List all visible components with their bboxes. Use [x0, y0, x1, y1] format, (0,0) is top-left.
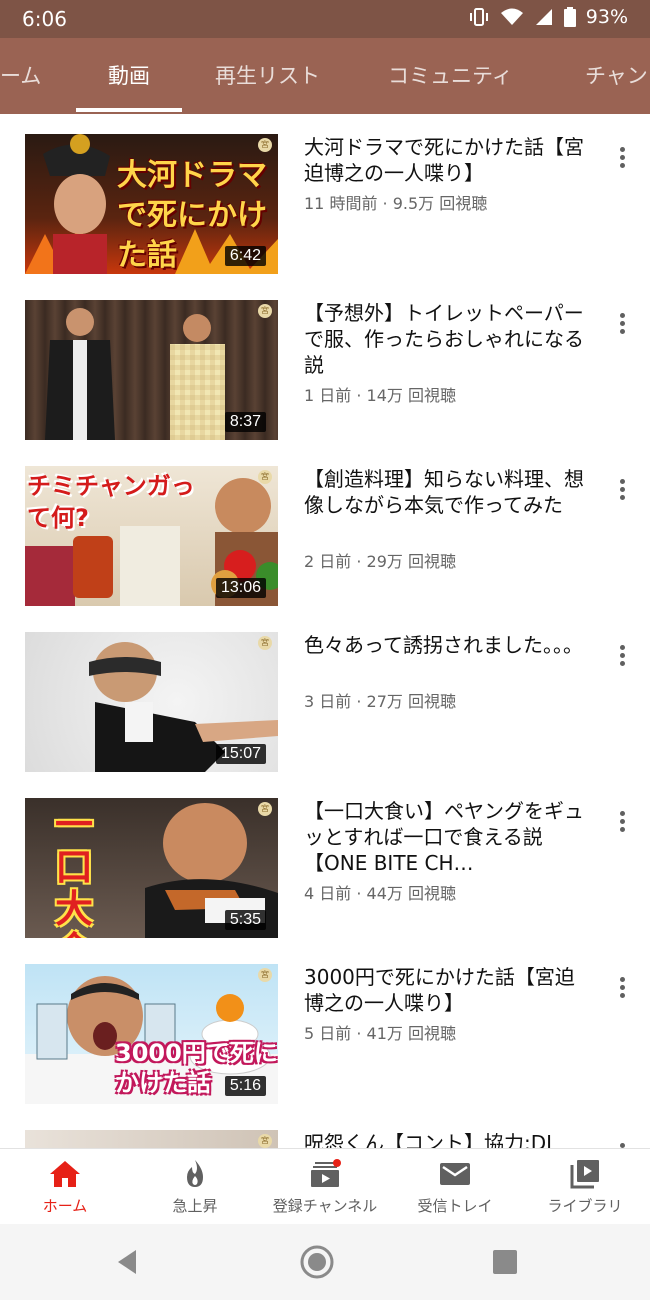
library-icon [570, 1160, 599, 1189]
video-item[interactable]: 3000円で死にかけた話 宮 5:16 3000円で死にかけた話【宮迫博之の一人… [0, 944, 650, 1110]
video-duration: 8:37 [224, 412, 266, 432]
video-thumbnail[interactable]: 一口大食 宮 5:35 [25, 798, 278, 938]
video-duration: 6:42 [224, 246, 266, 266]
video-title[interactable]: 【一口大食い】ペヤングをギュッとすれば一口で食える説【ONE BITE CH… [304, 798, 589, 876]
video-meta: 2 日前 · 29万 回視聴 [304, 552, 456, 571]
video-item[interactable]: チミチャンガって何? 宮 13:06 【創造料理】知らない料理、想像しながら本気… [0, 446, 650, 612]
channel-mark: 宮 [258, 636, 272, 650]
video-thumbnail[interactable]: チミチャンガって何? 宮 13:06 [25, 466, 278, 606]
nav-trending[interactable]: 急上昇 [130, 1149, 260, 1225]
video-item[interactable]: 宮 呪怨くん【コント】協力:DJ [0, 1110, 650, 1148]
signal-icon [535, 9, 552, 25]
more-options-icon[interactable] [612, 144, 632, 174]
video-title[interactable]: 呪怨くん【コント】協力:DJ [304, 1130, 589, 1148]
home-icon [50, 1161, 80, 1187]
back-icon[interactable] [114, 1248, 142, 1276]
video-meta: 4 日前 · 44万 回視聴 [304, 884, 456, 903]
video-meta: 3 日前 · 27万 回視聴 [304, 692, 456, 711]
video-thumbnail[interactable]: 大河ドラマで死にかけた話 宮 6:42 [25, 134, 278, 274]
video-duration: 15:07 [215, 744, 266, 764]
video-item[interactable]: 宮 8:37 【予想外】トイレットペーパーで服、作ったらおしゃれになる説 1 日… [0, 280, 650, 446]
bottom-navigation: ホーム 急上昇 登録チャンネル 受信トレイ ライブラリ [0, 1148, 650, 1224]
channel-mark: 宮 [258, 304, 272, 318]
channel-mark: 宮 [258, 470, 272, 484]
nav-subscriptions-label: 登録チャンネル [272, 1197, 378, 1215]
mail-icon [440, 1163, 470, 1185]
video-title[interactable]: 【予想外】トイレットペーパーで服、作ったらおしゃれになる説 [304, 300, 589, 378]
vibrate-icon [469, 8, 488, 26]
video-thumbnail[interactable]: 3000円で死にかけた話 宮 5:16 [25, 964, 278, 1104]
video-duration: 13:06 [215, 578, 266, 598]
video-meta: 1 日前 · 14万 回視聴 [304, 386, 456, 405]
video-thumbnail[interactable]: 宮 [25, 1130, 278, 1148]
nav-home[interactable]: ホーム [0, 1149, 130, 1225]
channel-mark: 宮 [258, 802, 272, 816]
recents-icon[interactable] [492, 1249, 518, 1275]
video-title[interactable]: 色々あって誘拐されました。。。 [304, 632, 589, 658]
nav-home-label: ホーム [42, 1197, 88, 1215]
video-item[interactable]: 一口大食 宮 5:35 【一口大食い】ペヤングをギュッとすれば一口で食える説【O… [0, 778, 650, 944]
status-bar: 6:06 93% [0, 0, 650, 38]
nav-inbox-label: 受信トレイ [417, 1197, 493, 1215]
system-nav-bar [0, 1224, 650, 1300]
more-options-icon[interactable] [612, 476, 632, 506]
channel-tab-bar: ーム 動画 再生リスト コミュニティ チャン [0, 38, 650, 114]
thumbnail-text: チミチャンガって何? [27, 472, 195, 532]
thumbnail-text: 一口大食 [55, 803, 94, 938]
more-options-icon[interactable] [612, 1140, 632, 1148]
status-time: 6:06 [22, 7, 67, 31]
tab-channels[interactable]: チャン [585, 38, 648, 114]
video-meta: 11 時間前 · 9.5万 回視聴 [304, 194, 488, 213]
battery-icon [563, 7, 576, 27]
tab-community[interactable]: コミュニティ [388, 38, 513, 114]
video-duration: 5:16 [224, 1076, 266, 1096]
video-title[interactable]: 大河ドラマで死にかけた話【宮迫博之の一人喋り】 [304, 134, 589, 186]
more-options-icon[interactable] [612, 642, 632, 672]
more-options-icon[interactable] [612, 310, 632, 340]
tab-playlists[interactable]: 再生リスト [215, 38, 320, 114]
nav-inbox[interactable]: 受信トレイ [390, 1149, 520, 1225]
nav-library-label: ライブラリ [547, 1197, 623, 1215]
video-item[interactable]: 宮 15:07 色々あって誘拐されました。。。 3 日前 · 27万 回視聴 [0, 612, 650, 778]
nav-library[interactable]: ライブラリ [520, 1149, 650, 1225]
more-options-icon[interactable] [612, 974, 632, 1004]
flame-icon [187, 1160, 203, 1187]
active-tab-indicator [76, 108, 182, 112]
channel-mark: 宮 [258, 968, 272, 982]
tab-home[interactable]: ーム [0, 38, 41, 114]
more-options-icon[interactable] [612, 808, 632, 838]
video-thumbnail[interactable]: 宮 8:37 [25, 300, 278, 440]
video-title[interactable]: 3000円で死にかけた話【宮迫博之の一人喋り】 [304, 964, 589, 1016]
video-thumbnail[interactable]: 宮 15:07 [25, 632, 278, 772]
home-button-icon[interactable] [299, 1244, 335, 1280]
wifi-icon [500, 8, 523, 25]
video-duration: 5:35 [224, 910, 266, 930]
tab-videos[interactable]: 動画 [108, 38, 150, 114]
subscriptions-icon [311, 1159, 341, 1187]
battery-percent: 93% [585, 6, 628, 28]
nav-trending-label: 急上昇 [172, 1197, 218, 1215]
channel-mark: 宮 [258, 1134, 272, 1148]
nav-subscriptions[interactable]: 登録チャンネル [260, 1149, 390, 1225]
channel-mark: 宮 [258, 138, 272, 152]
video-list[interactable]: 大河ドラマで死にかけた話 宮 6:42 大河ドラマで死にかけた話【宮迫博之の一人… [0, 114, 650, 1148]
video-item[interactable]: 大河ドラマで死にかけた話 宮 6:42 大河ドラマで死にかけた話【宮迫博之の一人… [0, 114, 650, 280]
video-title[interactable]: 【創造料理】知らない料理、想像しながら本気で作ってみた [304, 466, 589, 518]
video-meta: 5 日前 · 41万 回視聴 [304, 1024, 456, 1043]
